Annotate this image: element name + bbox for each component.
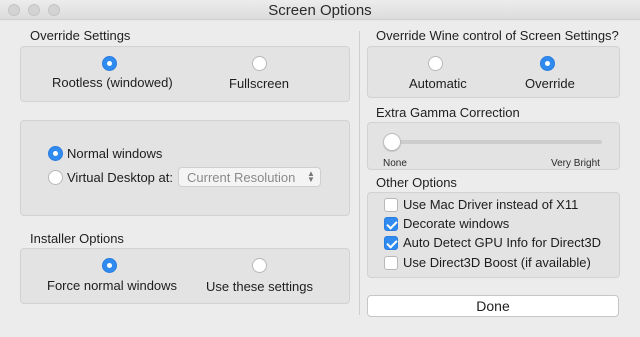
mac-driver-label[interactable]: Use Mac Driver instead of X11	[403, 197, 578, 212]
normal-windows-radio[interactable]	[48, 146, 63, 161]
decorate-windows-checkbox[interactable]	[384, 217, 398, 231]
override-radio[interactable]	[540, 56, 555, 71]
window-titlebar: Screen Options	[0, 0, 640, 20]
installer-options-group	[20, 248, 350, 304]
virtual-desktop-label[interactable]: Virtual Desktop at:	[67, 170, 173, 185]
gamma-max-label: Very Bright	[551, 158, 600, 169]
fullscreen-radio[interactable]	[252, 56, 267, 71]
window-title: Screen Options	[268, 2, 372, 19]
force-normal-windows-label[interactable]: Force normal windows	[47, 278, 177, 293]
rootless-radio[interactable]	[102, 56, 117, 71]
automatic-radio[interactable]	[428, 56, 443, 71]
decorate-windows-label[interactable]: Decorate windows	[403, 216, 509, 231]
use-these-settings-label[interactable]: Use these settings	[206, 279, 313, 294]
override-settings-label: Override Settings	[30, 28, 131, 43]
direct3d-boost-label[interactable]: Use Direct3D Boost (if available)	[403, 255, 591, 270]
rootless-label[interactable]: Rootless (windowed)	[52, 75, 173, 90]
auto-detect-gpu-label[interactable]: Auto Detect GPU Info for Direct3D	[403, 235, 601, 250]
chevron-updown-icon: ▲ ▼	[307, 169, 315, 184]
column-divider	[359, 31, 360, 315]
override-wine-group	[367, 46, 620, 98]
gamma-min-label: None	[383, 158, 407, 169]
done-button[interactable]: Done	[367, 295, 619, 317]
resolution-value: Current Resolution	[187, 170, 296, 185]
force-normal-windows-radio[interactable]	[102, 258, 117, 273]
fullscreen-label[interactable]: Fullscreen	[229, 76, 289, 91]
automatic-label[interactable]: Automatic	[409, 76, 467, 91]
override-label[interactable]: Override	[525, 76, 575, 91]
virtual-desktop-radio[interactable]	[48, 170, 63, 185]
override-wine-label: Override Wine control of Screen Settings…	[376, 28, 619, 43]
mac-driver-checkbox[interactable]	[384, 198, 398, 212]
auto-detect-gpu-checkbox[interactable]	[384, 236, 398, 250]
resolution-select[interactable]: Current Resolution ▲ ▼	[178, 167, 321, 187]
normal-windows-label[interactable]: Normal windows	[67, 146, 162, 161]
gamma-label: Extra Gamma Correction	[376, 105, 520, 120]
use-these-settings-radio[interactable]	[252, 258, 267, 273]
override-settings-group	[20, 46, 350, 102]
direct3d-boost-checkbox[interactable]	[384, 256, 398, 270]
installer-options-label: Installer Options	[30, 231, 124, 246]
gamma-slider-track[interactable]	[386, 140, 602, 144]
other-options-label: Other Options	[376, 175, 457, 190]
gamma-slider-thumb[interactable]	[383, 133, 401, 151]
